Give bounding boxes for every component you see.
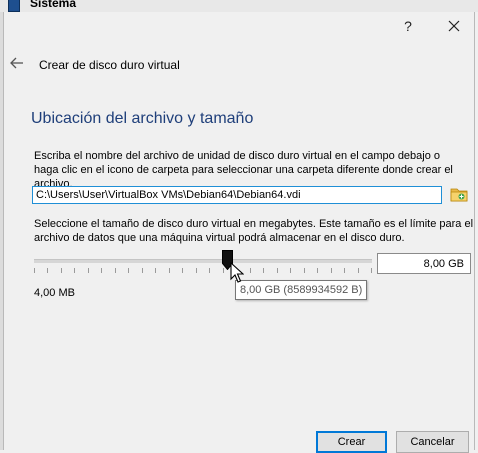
page-title: Ubicación del archivo y tamaño: [31, 110, 254, 127]
slider-tick: [250, 268, 251, 273]
slider-tick: [196, 268, 197, 273]
slider-tick: [344, 268, 345, 273]
slider-track[interactable]: [34, 259, 372, 263]
slider-tick: [304, 268, 305, 273]
disk-size-slider[interactable]: [34, 250, 372, 280]
slider-tick: [88, 268, 89, 273]
slider-tick: [142, 268, 143, 273]
create-virtual-disk-dialog: ? Crear de disco duro virtual Ubicación …: [3, 12, 475, 453]
disk-size-input[interactable]: [377, 253, 471, 274]
mouse-pointer-icon: [230, 262, 244, 283]
file-path-input[interactable]: [32, 186, 442, 204]
slider-tick: [317, 268, 318, 273]
back-arrow-icon[interactable]: [10, 56, 24, 70]
slider-tick: [182, 268, 183, 273]
slider-tick: [290, 268, 291, 273]
slider-tick: [169, 268, 170, 273]
slider-tick: [115, 268, 116, 273]
slider-tick: [74, 268, 75, 273]
slider-tick: [34, 268, 35, 273]
slider-tick: [128, 268, 129, 273]
help-button[interactable]: ?: [396, 16, 420, 36]
slider-tick: [61, 268, 62, 273]
slider-tooltip: 8,00 GB (8589934592 B): [235, 280, 368, 300]
slider-tick: [371, 268, 372, 273]
slider-tick: [358, 268, 359, 273]
wizard-title: Crear de disco duro virtual: [39, 58, 180, 72]
background-window-titlebar: Sistema: [0, 0, 478, 12]
slider-tick: [331, 268, 332, 273]
slider-tick: [47, 268, 48, 273]
slider-tick: [263, 268, 264, 273]
slider-ticks: [34, 268, 372, 274]
disk-size-description: Seleccione el tamaño de disco duro virtu…: [34, 218, 474, 244]
slider-tick: [101, 268, 102, 273]
slider-tick: [155, 268, 156, 273]
folder-icon[interactable]: [449, 184, 469, 204]
slider-tick: [209, 268, 210, 273]
background-window-title: Sistema: [30, 0, 77, 10]
file-location-description: Escriba el nombre del archivo de unidad …: [34, 150, 453, 190]
virtualbox-app-icon: [8, 0, 20, 12]
close-icon: [448, 20, 460, 32]
close-button[interactable]: [442, 16, 466, 36]
slider-tick: [277, 268, 278, 273]
slider-min-label: 4,00 MB: [34, 287, 75, 299]
